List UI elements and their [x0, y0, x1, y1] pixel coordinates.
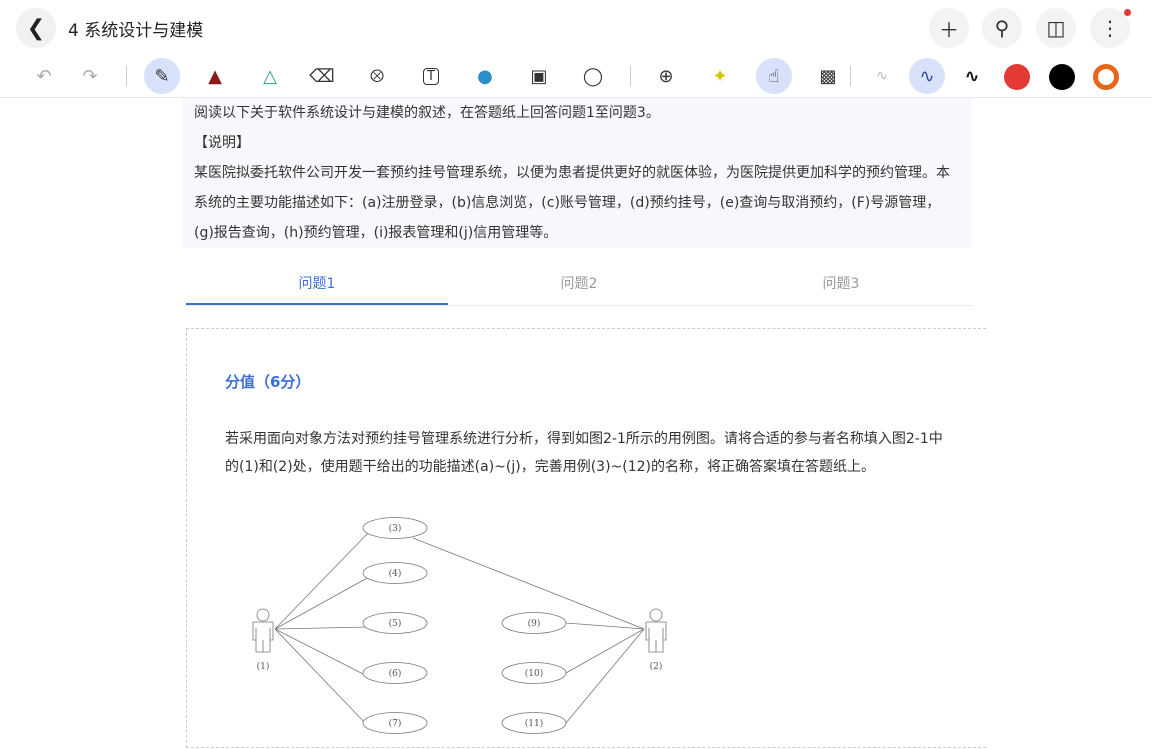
pen-icon: ✎	[154, 65, 170, 87]
document-title: 4 系统设计与建模	[68, 21, 204, 41]
tab-question-2[interactable]: 问题2	[448, 266, 710, 305]
use-case: (9)	[501, 612, 567, 634]
more-icon: ⋮	[1100, 16, 1120, 40]
color-orange[interactable]	[1093, 64, 1119, 90]
hand-touch-icon: ☝	[768, 65, 780, 87]
actor: (2)	[645, 608, 667, 672]
sidebar-button[interactable]: ◫	[1036, 8, 1076, 48]
association-line	[274, 628, 370, 678]
association-line	[565, 628, 645, 674]
question-tabs: 问题1 问题2 问题3	[186, 266, 972, 306]
search-icon: ⚲	[994, 16, 1010, 40]
use-case-diagram: (3) (4) (5) (6) (7) (9) (10) (11) (1) (2)	[252, 517, 667, 734]
highlighter-icon: △	[263, 65, 277, 87]
association-line	[274, 576, 370, 630]
touch-draw-toggle[interactable]: ☝	[756, 58, 792, 94]
redo-icon: ↷	[82, 65, 98, 87]
use-case: (10)	[501, 662, 567, 684]
sticker-icon: ◯	[582, 65, 604, 87]
redo-button[interactable]: ↷	[72, 58, 108, 94]
text-tool[interactable]: T	[413, 58, 449, 94]
eraser-tool[interactable]: ⌫	[304, 58, 340, 94]
zoom-tool[interactable]: ⊕	[648, 58, 684, 94]
use-case: (11)	[501, 712, 567, 734]
divider	[850, 66, 851, 86]
top-bar: ❮ 4 系统设计与建模 ＋ ⚲ ◫ ⋮	[0, 0, 1152, 54]
image-icon: ▣	[530, 65, 548, 87]
color-red[interactable]	[1004, 64, 1030, 90]
use-case-label: (6)	[389, 668, 402, 679]
text-box-icon: T	[423, 67, 439, 85]
pen-tool[interactable]: ✎	[144, 58, 180, 94]
laser-pointer-icon: ✦	[712, 65, 728, 87]
divider	[630, 66, 631, 86]
use-case-label: (10)	[525, 668, 543, 679]
divider	[126, 66, 127, 86]
pattern-tool[interactable]: ▩	[810, 58, 846, 94]
use-case-label: (3)	[389, 523, 402, 534]
laser-tool[interactable]: ✦	[702, 58, 738, 94]
undo-icon: ↶	[36, 65, 52, 87]
stroke-medium-icon: ∿	[919, 65, 935, 87]
plus-icon: ＋	[939, 17, 959, 42]
drawing-toolbar: ↶ ↷ ✎ ▲ △ ⌫ ⮾ T ● ▣ ◯ ⊕ ✦ ☝ ▩ ∿ ∿ ∿	[0, 54, 1152, 98]
stroke-thin[interactable]: ∿	[864, 58, 900, 94]
use-case: (4)	[362, 562, 428, 584]
use-case-label: (4)	[389, 568, 402, 579]
association-line	[274, 628, 370, 728]
add-button[interactable]: ＋	[929, 8, 969, 48]
stroke-medium[interactable]: ∿	[909, 58, 945, 94]
association-line	[274, 626, 370, 630]
actor-label: (1)	[257, 661, 270, 672]
stroke-thick[interactable]: ∿	[954, 58, 990, 94]
undo-button[interactable]: ↶	[26, 58, 62, 94]
highlighter-tool[interactable]: △	[252, 58, 288, 94]
actor-head	[649, 608, 663, 622]
notification-dot	[1124, 9, 1131, 16]
marker-tool[interactable]: ▲	[197, 58, 233, 94]
actor-body	[252, 621, 274, 653]
lasso-icon: ⮾	[369, 65, 385, 87]
tab-question-3[interactable]: 问题3	[710, 266, 972, 305]
association-line	[274, 531, 370, 630]
use-case-label: (5)	[389, 618, 402, 629]
description-body: 某医院拟委托软件公司开发一套预约挂号管理系统，以便为患者提供更好的就医体验，为医…	[194, 165, 950, 241]
marker-icon: ▲	[208, 65, 222, 87]
pattern-icon: ▩	[819, 65, 837, 87]
image-tool[interactable]: ▣	[521, 58, 557, 94]
use-case: (3)	[362, 517, 428, 539]
description-heading: 【说明】	[194, 135, 250, 151]
stroke-thin-icon: ∿	[876, 68, 888, 84]
tab-question-1[interactable]: 问题1	[186, 266, 448, 305]
question-description: 阅读以下关于软件系统设计与建模的叙述，在答题纸上回答问题1至问题3。 【说明】 …	[182, 98, 972, 248]
use-case: (5)	[362, 612, 428, 634]
chevron-left-icon: ❮	[26, 15, 46, 41]
actor-body	[645, 621, 667, 653]
intro-text: 阅读以下关于软件系统设计与建模的叙述，在答题纸上回答问题1至问题3。	[194, 105, 660, 121]
sticker-tool[interactable]: ◯	[575, 58, 611, 94]
question-card: 分值（6分） 若采用面向对象方法对预约挂号管理系统进行分析，得到如图2-1所示的…	[186, 328, 986, 748]
use-case: (6)	[362, 662, 428, 684]
lasso-tool[interactable]: ⮾	[359, 58, 395, 94]
shape-tool[interactable]: ●	[467, 58, 503, 94]
use-case: (7)	[362, 712, 428, 734]
association-lines	[274, 531, 645, 728]
use-case-label: (9)	[528, 618, 541, 629]
actor-label: (2)	[650, 661, 663, 672]
shape-icon: ●	[477, 65, 493, 87]
stroke-thick-icon: ∿	[964, 65, 980, 87]
search-button[interactable]: ⚲	[982, 8, 1022, 48]
back-button[interactable]: ❮	[16, 8, 56, 48]
association-line	[565, 628, 645, 724]
actor: (1)	[252, 608, 274, 672]
eraser-icon: ⌫	[309, 65, 335, 87]
zoom-in-icon: ⊕	[658, 65, 674, 87]
actor-head	[256, 608, 270, 622]
color-black[interactable]	[1049, 64, 1075, 90]
association-line	[565, 622, 645, 630]
sidebar-panel-icon: ◫	[1046, 16, 1066, 40]
